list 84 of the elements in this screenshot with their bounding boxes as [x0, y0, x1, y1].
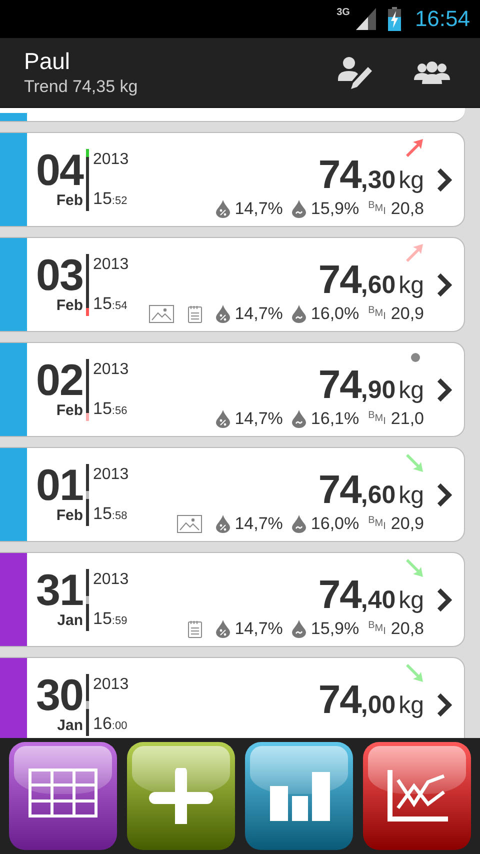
weight-unit: kg — [398, 272, 424, 300]
day: 30 — [36, 676, 83, 716]
body-fat-drop-icon — [216, 305, 230, 323]
signal-icon — [356, 8, 376, 30]
weight-value: 74 — [318, 573, 361, 618]
time: 15:59 — [93, 608, 128, 628]
bmi-label: BMI — [368, 200, 386, 218]
weight-value: 74 — [318, 153, 361, 198]
body-water-drop-icon — [292, 200, 306, 218]
weight-decimals: ,00 — [360, 691, 396, 720]
body-water-value: 16,0% — [310, 514, 360, 534]
time: 15:52 — [93, 188, 128, 208]
bmi-label: BMI — [368, 620, 386, 638]
body-fat-drop-icon — [216, 410, 230, 428]
time: 16:00 — [93, 714, 128, 734]
bmi-value: 20,9 — [390, 304, 424, 324]
weight-decimals: ,60 — [360, 481, 396, 510]
month: Feb — [56, 506, 83, 524]
body-fat-drop-icon — [216, 620, 230, 638]
table-button[interactable] — [9, 742, 117, 850]
body-water-drop-icon — [292, 410, 306, 428]
body-water-drop-icon — [292, 305, 306, 323]
body-fat-drop-icon — [216, 200, 230, 218]
weight-decimals: ,30 — [360, 166, 396, 195]
day: 03 — [36, 256, 83, 296]
battery-charging-icon — [388, 7, 401, 31]
weight-decimals: ,90 — [360, 376, 396, 405]
day: 01 — [36, 466, 83, 506]
year: 2013 — [93, 466, 129, 484]
clock: 16:54 — [414, 6, 470, 32]
trend-weight: Trend 74,35 kg — [24, 77, 139, 97]
weight-decimals: ,60 — [360, 271, 396, 300]
bar-chart-button[interactable] — [245, 742, 353, 850]
line-graph-button[interactable] — [363, 742, 471, 850]
time: 15:58 — [93, 504, 128, 524]
weight-decimals: ,40 — [360, 586, 396, 615]
month: Feb — [56, 192, 83, 208]
body-water-value: 16,1% — [310, 409, 360, 429]
weight-unit: kg — [398, 167, 424, 195]
bmi-value: 20,8 — [390, 619, 424, 639]
month: Feb — [56, 296, 83, 314]
body-fat-value: 14,7% — [234, 199, 283, 219]
profile-name: Paul — [24, 48, 72, 75]
body-water-drop-icon — [292, 515, 306, 533]
year: 2013 — [93, 150, 129, 168]
year: 2013 — [93, 360, 129, 378]
entry-card[interactable] — [0, 108, 465, 122]
weight-unit: kg — [398, 587, 424, 615]
body-fat-value: 14,7% — [234, 304, 283, 324]
day: 31 — [36, 570, 83, 610]
weight-unit: kg — [398, 482, 424, 510]
time: 15:54 — [93, 294, 128, 314]
weight-unit: kg — [398, 692, 424, 720]
weight-value: 74 — [318, 363, 361, 408]
plus-icon — [146, 768, 216, 824]
weight-unit: kg — [398, 377, 424, 405]
weight-value: 74 — [318, 258, 361, 303]
weight-value: 74 — [318, 468, 361, 513]
month: Jan — [57, 716, 83, 734]
weight-value: 74 — [318, 678, 361, 723]
body-water-value: 15,9% — [310, 199, 360, 219]
year: 2013 — [93, 256, 129, 274]
year: 2013 — [93, 676, 129, 694]
day: 02 — [36, 360, 83, 400]
add-button[interactable] — [127, 742, 235, 850]
bmi-value: 20,8 — [390, 199, 424, 219]
bmi-value: 21,0 — [390, 409, 424, 429]
bmi-value: 20,9 — [390, 514, 424, 534]
year: 2013 — [93, 570, 129, 588]
body-fat-value: 14,7% — [234, 619, 283, 639]
network-type: 3G — [336, 7, 350, 18]
body-fat-drop-icon — [216, 515, 230, 533]
month: Feb — [56, 402, 83, 418]
body-water-value: 16,0% — [310, 304, 360, 324]
bmi-label: BMI — [368, 410, 386, 428]
month: Jan — [57, 612, 83, 628]
body-water-drop-icon — [292, 620, 306, 638]
bmi-label: BMI — [368, 305, 386, 323]
day: 04 — [36, 150, 83, 190]
bmi-label: BMI — [368, 515, 386, 533]
body-water-value: 15,9% — [310, 619, 360, 639]
body-fat-value: 14,7% — [234, 409, 283, 429]
body-fat-value: 14,7% — [234, 514, 283, 534]
time: 15:56 — [93, 398, 128, 418]
